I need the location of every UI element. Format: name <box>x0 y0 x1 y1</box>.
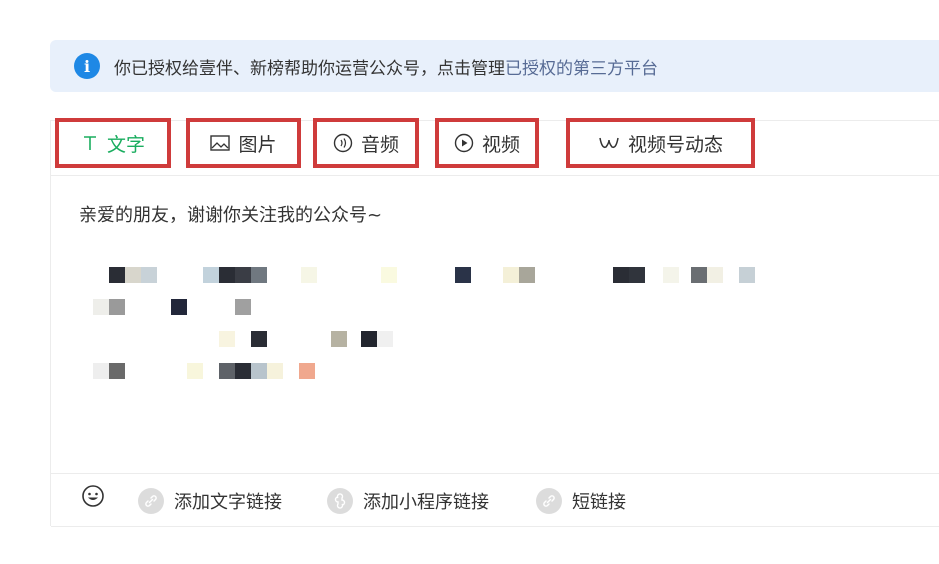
redaction-pixel <box>109 267 125 283</box>
redaction-pixel <box>251 331 267 347</box>
page: i 你已授权给壹伴、新榜帮助你运营公众号，点击管理 已授权的第三方平台 文字 图… <box>0 0 939 564</box>
redaction-pixel <box>377 331 393 347</box>
info-icon: i <box>74 53 100 79</box>
redaction-pixel <box>219 331 235 347</box>
redaction-pixel <box>663 267 679 283</box>
short-link-label: 短链接 <box>572 492 626 513</box>
redaction-pixel <box>109 363 125 379</box>
redaction-pixel <box>519 267 535 283</box>
redaction-pixel <box>503 267 519 283</box>
tab-audio-label: 音频 <box>360 133 399 156</box>
authorization-banner: i 你已授权给壹伴、新榜帮助你运营公众号，点击管理 已授权的第三方平台 <box>50 40 939 92</box>
emoji-icon[interactable] <box>81 484 105 508</box>
redaction-pixel <box>203 267 219 283</box>
redaction-pixel <box>251 267 267 283</box>
tab-image-label: 图片 <box>238 133 277 156</box>
redaction-pixel <box>299 363 315 379</box>
tab-channel-label: 视频号动态 <box>627 133 723 156</box>
image-icon <box>210 135 231 151</box>
tab-video-label: 视频 <box>481 133 520 156</box>
redaction-pixel <box>109 299 125 315</box>
redaction-pixel <box>235 267 251 283</box>
redaction-pixel <box>125 267 141 283</box>
miniprogram-icon <box>327 488 353 514</box>
add-miniprogram-link-button[interactable]: 添加小程序链接 <box>327 488 489 514</box>
tab-audio[interactable]: 音频 <box>313 118 419 168</box>
third-party-platform-link[interactable]: 已授权的第三方平台 <box>505 54 658 79</box>
short-link-button[interactable]: 短链接 <box>536 488 626 514</box>
tab-channel-post[interactable]: 视频号动态 <box>566 118 755 168</box>
redaction-pixel <box>251 363 267 379</box>
banner-text: 你已授权给壹伴、新榜帮助你运营公众号，点击管理 <box>114 58 505 79</box>
redaction-pixel <box>93 299 109 315</box>
content-type-tabbar: 文字 图片 音频 视频 视频号动态 <box>51 118 939 176</box>
redaction-pixel <box>613 267 629 283</box>
redaction-pixel <box>331 331 347 347</box>
redaction-pixel <box>219 363 235 379</box>
redaction-pixel <box>235 363 251 379</box>
redaction-pixel <box>739 267 755 283</box>
redaction-pixel <box>691 267 707 283</box>
tab-text[interactable]: 文字 <box>55 118 171 168</box>
text-icon <box>81 134 99 152</box>
editor-footer-toolbar: 添加文字链接 添加小程序链接 短链接 <box>51 473 939 527</box>
redaction-pixel <box>235 299 251 315</box>
redaction-pixel <box>171 299 187 315</box>
link-icon <box>138 488 164 514</box>
redaction-pixel <box>455 267 471 283</box>
redaction-pixel <box>381 267 397 283</box>
tab-text-label: 文字 <box>106 133 145 156</box>
audio-icon <box>333 133 353 153</box>
link-icon <box>536 488 562 514</box>
redaction-pixel <box>267 363 283 379</box>
redaction-pixel <box>361 331 377 347</box>
tab-image[interactable]: 图片 <box>186 118 301 168</box>
redacted-content <box>91 261 791 391</box>
video-icon <box>454 133 474 153</box>
add-miniprogram-link-label: 添加小程序链接 <box>363 492 489 513</box>
channel-icon <box>598 135 620 151</box>
tab-video[interactable]: 视频 <box>435 118 539 168</box>
add-text-link-label: 添加文字链接 <box>174 492 282 513</box>
redaction-pixel <box>141 267 157 283</box>
redaction-pixel <box>219 267 235 283</box>
redaction-pixel <box>93 363 109 379</box>
redaction-pixel <box>629 267 645 283</box>
message-editor: 文字 图片 音频 视频 视频号动态 亲爱的朋友，谢谢你关注我的公众号~ 添加文字… <box>50 118 939 527</box>
redaction-pixel <box>707 267 723 283</box>
add-text-link-button[interactable]: 添加文字链接 <box>138 488 282 514</box>
redaction-pixel <box>301 267 317 283</box>
editor-content[interactable]: 亲爱的朋友，谢谢你关注我的公众号~ <box>79 201 382 227</box>
redaction-pixel <box>187 363 203 379</box>
